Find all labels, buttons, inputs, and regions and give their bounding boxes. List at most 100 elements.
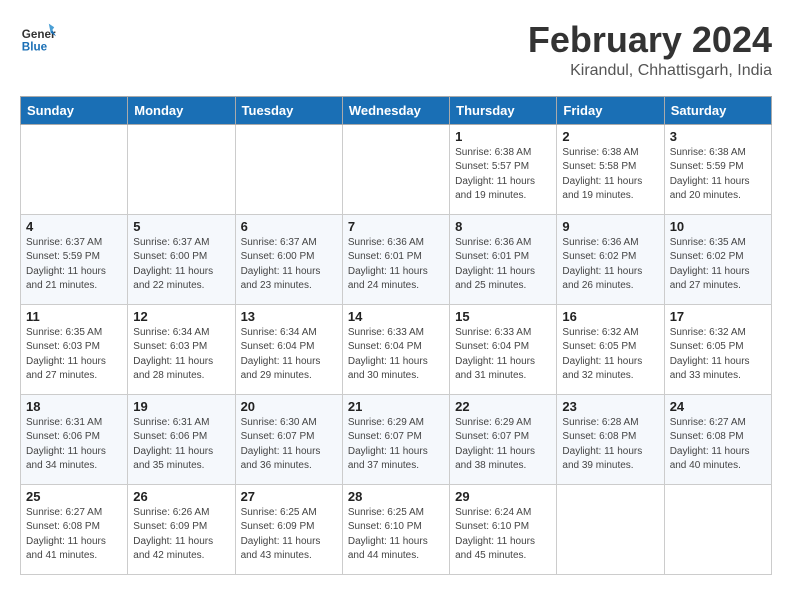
- calendar-cell: 28Sunrise: 6:25 AMSunset: 6:10 PMDayligh…: [342, 484, 449, 574]
- day-info: Sunrise: 6:36 AMSunset: 6:02 PMDaylight:…: [562, 236, 658, 294]
- day-number: 24: [670, 399, 766, 414]
- calendar-cell: 7Sunrise: 6:36 AMSunset: 6:01 PMDaylight…: [342, 214, 449, 304]
- calendar-cell: [235, 124, 342, 214]
- calendar-cell: [21, 124, 128, 214]
- day-info: Sunrise: 6:35 AMSunset: 6:03 PMDaylight:…: [26, 326, 122, 384]
- calendar-week-row: 18 Sunrise: 6:31 AMSunset: 6:06 PMDayligh…: [21, 394, 772, 484]
- calendar-cell: [342, 124, 449, 214]
- day-number: 6: [241, 219, 337, 234]
- calendar-cell: 20 Sunrise: 6:30 AMSunset: 6:07 PMDayligh…: [235, 394, 342, 484]
- day-number: 19: [133, 399, 229, 414]
- calendar-cell: 13 Sunrise: 6:34 AMSunset: 6:04 PMDayligh…: [235, 304, 342, 394]
- day-number: 23: [562, 399, 658, 414]
- weekday-header-tuesday: Tuesday: [235, 96, 342, 124]
- day-number: 10: [670, 219, 766, 234]
- day-info: Sunrise: 6:26 AMSunset: 6:09 PMDaylight:…: [133, 506, 229, 564]
- day-number: 16: [562, 309, 658, 324]
- calendar-week-row: 4 Sunrise: 6:37 AMSunset: 5:59 PMDaylight…: [21, 214, 772, 304]
- calendar-cell: 3Sunrise: 6:38 AMSunset: 5:59 PMDaylight…: [664, 124, 771, 214]
- calendar-cell: 15 Sunrise: 6:33 AMSunset: 6:04 PMDayligh…: [450, 304, 557, 394]
- svg-text:Blue: Blue: [22, 41, 48, 54]
- day-number: 22: [455, 399, 551, 414]
- calendar-cell: 6 Sunrise: 6:37 AMSunset: 6:00 PMDaylight…: [235, 214, 342, 304]
- calendar-table: SundayMondayTuesdayWednesdayThursdayFrid…: [20, 96, 772, 575]
- weekday-header-row: SundayMondayTuesdayWednesdayThursdayFrid…: [21, 96, 772, 124]
- calendar-cell: 12 Sunrise: 6:34 AMSunset: 6:03 PMDayligh…: [128, 304, 235, 394]
- calendar-week-row: 11 Sunrise: 6:35 AMSunset: 6:03 PMDayligh…: [21, 304, 772, 394]
- calendar-cell: [664, 484, 771, 574]
- day-number: 5: [133, 219, 229, 234]
- day-number: 7: [348, 219, 444, 234]
- day-number: 12: [133, 309, 229, 324]
- weekday-header-thursday: Thursday: [450, 96, 557, 124]
- calendar-week-row: 1 Sunrise: 6:38 AMSunset: 5:57 PMDaylight…: [21, 124, 772, 214]
- day-info: Sunrise: 6:38 AMSunset: 5:57 PMDaylight:…: [455, 146, 551, 204]
- header: General Blue February 2024 Kirandul, Chh…: [20, 20, 772, 80]
- day-number: 18: [26, 399, 122, 414]
- day-info: Sunrise: 6:37 AMSunset: 5:59 PMDaylight:…: [26, 236, 122, 294]
- day-number: 1: [455, 129, 551, 144]
- calendar-cell: 2Sunrise: 6:38 AMSunset: 5:58 PMDaylight…: [557, 124, 664, 214]
- day-number: 9: [562, 219, 658, 234]
- day-number: 29: [455, 489, 551, 504]
- day-info: Sunrise: 6:30 AMSunset: 6:07 PMDaylight:…: [241, 416, 337, 474]
- day-info: Sunrise: 6:38 AMSunset: 5:59 PMDaylight:…: [670, 146, 766, 204]
- calendar-cell: 26 Sunrise: 6:26 AMSunset: 6:09 PMDayligh…: [128, 484, 235, 574]
- day-number: 15: [455, 309, 551, 324]
- weekday-header-friday: Friday: [557, 96, 664, 124]
- day-info: Sunrise: 6:33 AMSunset: 6:04 PMDaylight:…: [348, 326, 444, 384]
- day-info: Sunrise: 6:25 AMSunset: 6:10 PMDaylight:…: [348, 506, 444, 564]
- day-number: 13: [241, 309, 337, 324]
- location-title: Kirandul, Chhattisgarh, India: [528, 62, 772, 80]
- calendar-cell: 17Sunrise: 6:32 AMSunset: 6:05 PMDayligh…: [664, 304, 771, 394]
- day-info: Sunrise: 6:31 AMSunset: 6:06 PMDaylight:…: [26, 416, 122, 474]
- calendar-cell: 11 Sunrise: 6:35 AMSunset: 6:03 PMDayligh…: [21, 304, 128, 394]
- day-number: 8: [455, 219, 551, 234]
- day-number: 21: [348, 399, 444, 414]
- calendar-cell: [557, 484, 664, 574]
- day-info: Sunrise: 6:24 AMSunset: 6:10 PMDaylight:…: [455, 506, 551, 564]
- calendar-cell: 18 Sunrise: 6:31 AMSunset: 6:06 PMDayligh…: [21, 394, 128, 484]
- logo-icon: General Blue: [20, 20, 56, 56]
- day-number: 25: [26, 489, 122, 504]
- day-info: Sunrise: 6:33 AMSunset: 6:04 PMDaylight:…: [455, 326, 551, 384]
- calendar-cell: 22Sunrise: 6:29 AMSunset: 6:07 PMDayligh…: [450, 394, 557, 484]
- logo: General Blue: [20, 20, 56, 56]
- month-title: February 2024: [528, 20, 772, 60]
- calendar-cell: 21 Sunrise: 6:29 AMSunset: 6:07 PMDayligh…: [342, 394, 449, 484]
- day-number: 27: [241, 489, 337, 504]
- calendar-cell: 27 Sunrise: 6:25 AMSunset: 6:09 PMDayligh…: [235, 484, 342, 574]
- day-info: Sunrise: 6:32 AMSunset: 6:05 PMDaylight:…: [670, 326, 766, 384]
- day-info: Sunrise: 6:34 AMSunset: 6:03 PMDaylight:…: [133, 326, 229, 384]
- calendar-cell: 8 Sunrise: 6:36 AMSunset: 6:01 PMDaylight…: [450, 214, 557, 304]
- day-info: Sunrise: 6:36 AMSunset: 6:01 PMDaylight:…: [455, 236, 551, 294]
- day-info: Sunrise: 6:35 AMSunset: 6:02 PMDaylight:…: [670, 236, 766, 294]
- calendar-cell: 9 Sunrise: 6:36 AMSunset: 6:02 PMDaylight…: [557, 214, 664, 304]
- calendar-cell: 10 Sunrise: 6:35 AMSunset: 6:02 PMDayligh…: [664, 214, 771, 304]
- day-info: Sunrise: 6:29 AMSunset: 6:07 PMDaylight:…: [348, 416, 444, 474]
- day-info: Sunrise: 6:28 AMSunset: 6:08 PMDaylight:…: [562, 416, 658, 474]
- calendar-cell: 23 Sunrise: 6:28 AMSunset: 6:08 PMDayligh…: [557, 394, 664, 484]
- title-block: February 2024 Kirandul, Chhattisgarh, In…: [528, 20, 772, 80]
- calendar-cell: 1 Sunrise: 6:38 AMSunset: 5:57 PMDaylight…: [450, 124, 557, 214]
- calendar-cell: 25Sunrise: 6:27 AMSunset: 6:08 PMDayligh…: [21, 484, 128, 574]
- calendar-cell: 4 Sunrise: 6:37 AMSunset: 5:59 PMDaylight…: [21, 214, 128, 304]
- day-number: 20: [241, 399, 337, 414]
- calendar-cell: [128, 124, 235, 214]
- day-info: Sunrise: 6:25 AMSunset: 6:09 PMDaylight:…: [241, 506, 337, 564]
- day-info: Sunrise: 6:32 AMSunset: 6:05 PMDaylight:…: [562, 326, 658, 384]
- weekday-header-sunday: Sunday: [21, 96, 128, 124]
- calendar-cell: 19Sunrise: 6:31 AMSunset: 6:06 PMDayligh…: [128, 394, 235, 484]
- day-number: 4: [26, 219, 122, 234]
- calendar-cell: 14Sunrise: 6:33 AMSunset: 6:04 PMDayligh…: [342, 304, 449, 394]
- weekday-header-saturday: Saturday: [664, 96, 771, 124]
- weekday-header-wednesday: Wednesday: [342, 96, 449, 124]
- day-number: 26: [133, 489, 229, 504]
- calendar-week-row: 25Sunrise: 6:27 AMSunset: 6:08 PMDayligh…: [21, 484, 772, 574]
- day-info: Sunrise: 6:37 AMSunset: 6:00 PMDaylight:…: [133, 236, 229, 294]
- day-info: Sunrise: 6:27 AMSunset: 6:08 PMDaylight:…: [670, 416, 766, 474]
- day-info: Sunrise: 6:34 AMSunset: 6:04 PMDaylight:…: [241, 326, 337, 384]
- day-info: Sunrise: 6:37 AMSunset: 6:00 PMDaylight:…: [241, 236, 337, 294]
- day-number: 11: [26, 309, 122, 324]
- day-number: 2: [562, 129, 658, 144]
